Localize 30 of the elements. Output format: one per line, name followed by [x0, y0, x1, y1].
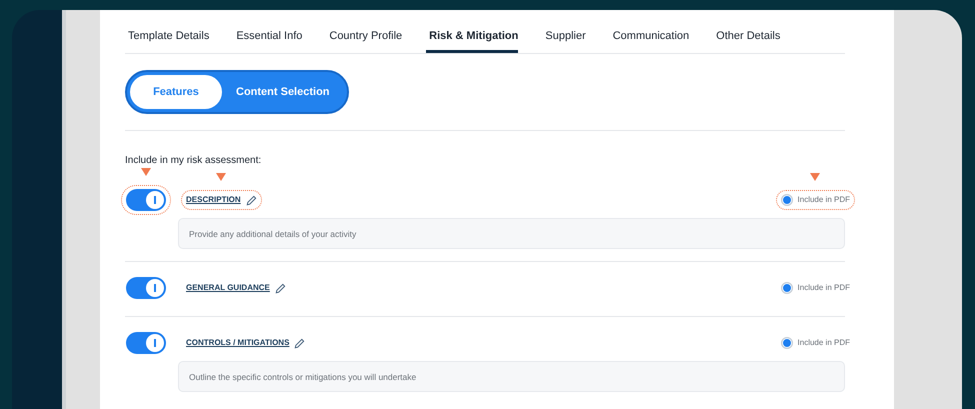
pointer-triangle-icon — [216, 173, 226, 181]
tab[interactable]: Supplier — [542, 28, 586, 52]
segment-button[interactable]: Features — [130, 74, 222, 109]
pointer-triangle-icon — [141, 168, 151, 176]
pencil-icon[interactable] — [274, 282, 286, 294]
tab[interactable]: Essential Info — [233, 28, 302, 52]
radio-label: Include in PDF — [798, 337, 850, 349]
segment-button[interactable]: Content Selection — [222, 74, 344, 109]
toggle-switch[interactable] — [126, 332, 166, 354]
pencil-icon[interactable] — [246, 194, 257, 206]
toggle-switch[interactable] — [126, 277, 166, 299]
section-title-link[interactable]: GENERAL GUIDANCE — [186, 282, 270, 294]
radio-button[interactable] — [780, 194, 793, 206]
pointer-triangle-icon — [810, 173, 820, 181]
radio-button[interactable] — [780, 337, 793, 349]
text-field[interactable]: Outline the specific controls or mitigations you will undertake — [178, 361, 845, 392]
section-title-link[interactable]: CONTROLS / MITIGATIONS — [186, 337, 290, 349]
radio-button[interactable] — [780, 282, 793, 294]
radio-label: Include in PDF — [798, 194, 850, 206]
tab[interactable]: Other Details — [713, 28, 780, 52]
section-title-link[interactable]: DESCRIPTION — [186, 194, 241, 206]
radio-label: Include in PDF — [798, 282, 850, 294]
pencil-icon[interactable] — [294, 338, 306, 348]
tab[interactable]: Communication — [610, 28, 690, 52]
section-label: Include in my risk assessment: — [125, 154, 262, 168]
toggle-switch[interactable] — [126, 189, 166, 211]
tab[interactable]: Template Details — [125, 28, 210, 52]
tab[interactable]: Risk & Mitigation — [426, 28, 518, 52]
tab[interactable]: Country Profile — [326, 28, 402, 52]
text-field[interactable]: Provide any additional details of your activity — [178, 218, 845, 249]
